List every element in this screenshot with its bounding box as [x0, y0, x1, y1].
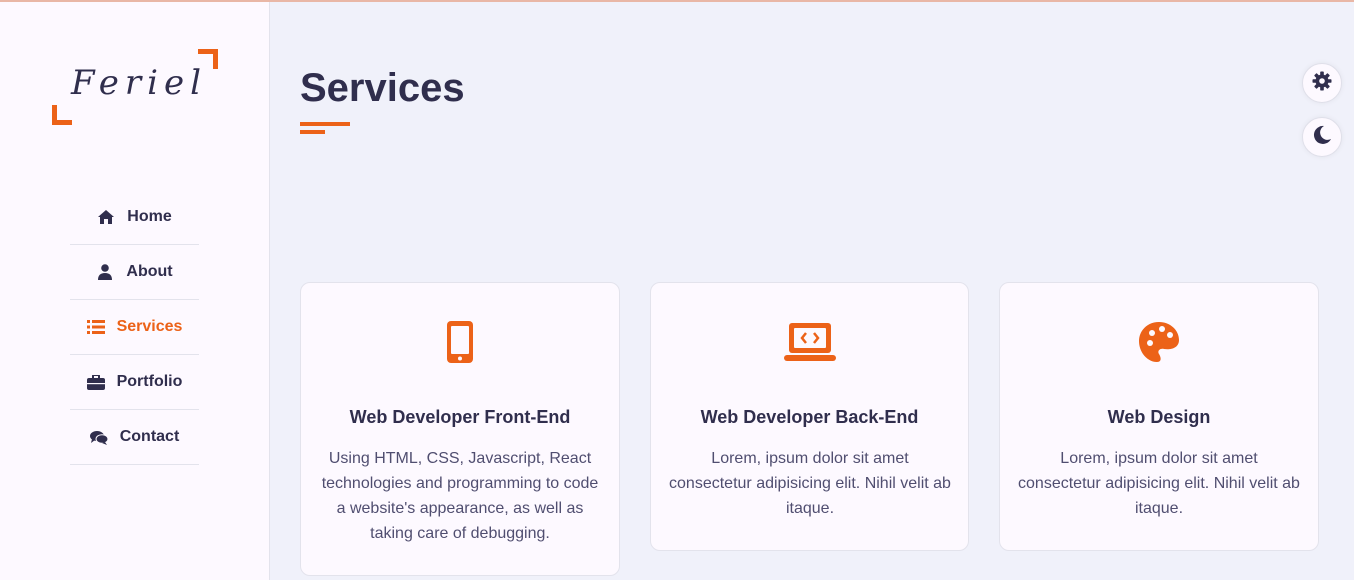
- service-description: Using HTML, CSS, Javascript, React techn…: [321, 450, 599, 542]
- logo-corner-bottom-left: [52, 105, 72, 125]
- gear-icon: [1312, 71, 1332, 96]
- nav-item-services[interactable]: Services: [70, 300, 199, 355]
- service-title: Web Design: [1107, 407, 1211, 427]
- comments-icon: [89, 429, 108, 445]
- nav-item-about[interactable]: About: [70, 245, 199, 300]
- mobile-icon: [301, 321, 619, 363]
- nav-label-portfolio: Portfolio: [116, 373, 183, 390]
- sidebar: Feriel Home About Services Portfolio Con…: [0, 2, 270, 580]
- nav-label-home: Home: [127, 208, 172, 225]
- service-card: Web Design Lorem, ipsum dolor sit amet c…: [999, 282, 1319, 551]
- palette-icon: [1000, 321, 1318, 363]
- nav-menu: Home About Services Portfolio Contact: [70, 190, 199, 465]
- title-underline-short: [300, 130, 325, 134]
- service-description: Lorem, ipsum dolor sit amet consectetur …: [669, 450, 951, 517]
- nav-item-portfolio[interactable]: Portfolio: [70, 355, 199, 410]
- theme-toggle-button[interactable]: [1302, 117, 1342, 157]
- home-icon: [97, 209, 115, 225]
- nav-label-contact: Contact: [119, 428, 180, 445]
- service-title: Web Developer Front-End: [349, 407, 571, 427]
- service-title: Web Developer Back-End: [700, 407, 919, 427]
- laptop-code-icon: [651, 321, 968, 363]
- moon-icon: [1312, 125, 1332, 150]
- nav-item-contact[interactable]: Contact: [70, 410, 199, 465]
- nav-label-about: About: [126, 263, 173, 280]
- service-card: Web Developer Front-End Using HTML, CSS,…: [300, 282, 620, 576]
- logo-text: Feriel: [71, 63, 207, 103]
- nav-label-services: Services: [116, 318, 183, 335]
- nav-item-home[interactable]: Home: [70, 190, 199, 245]
- title-underline: [300, 122, 350, 126]
- list-icon: [86, 319, 105, 335]
- user-icon: [96, 264, 114, 280]
- briefcase-icon: [86, 374, 105, 390]
- page-title: Services: [300, 66, 465, 110]
- settings-button[interactable]: [1302, 63, 1342, 103]
- logo[interactable]: Feriel: [52, 49, 218, 125]
- service-card: Web Developer Back-End Lorem, ipsum dolo…: [650, 282, 969, 551]
- service-description: Lorem, ipsum dolor sit amet consectetur …: [1018, 450, 1300, 517]
